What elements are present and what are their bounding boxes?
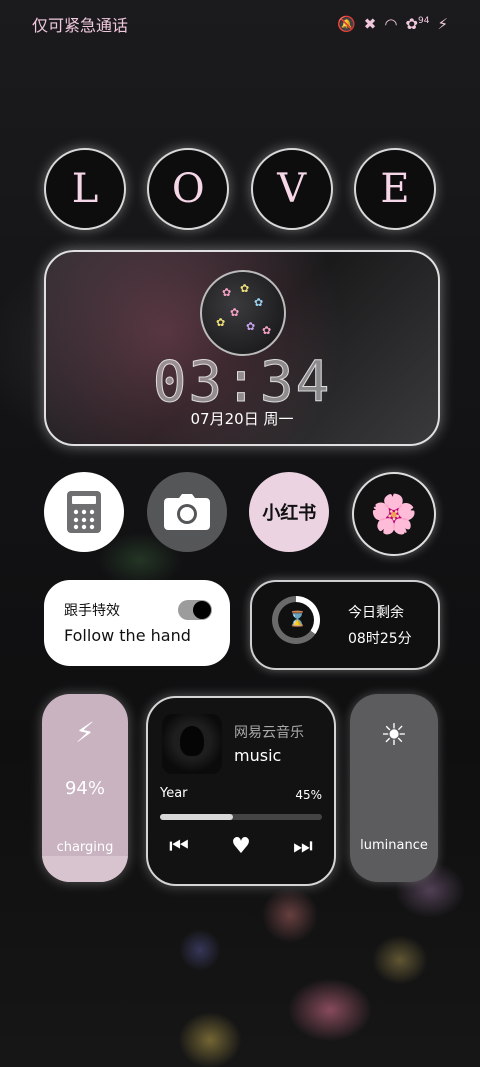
music-controls: ⏮ ♥ ⏭	[148, 834, 334, 859]
album-cover[interactable]	[162, 714, 222, 774]
xiaohongshu-label: 小红书	[262, 503, 317, 524]
clock-date: 07月20日 周一	[190, 410, 294, 428]
letter-l[interactable]: L	[44, 148, 126, 230]
flower-icon: 🌸	[370, 491, 418, 536]
music-track: music	[234, 746, 282, 765]
battery-flower-icon: ✿94	[405, 15, 430, 33]
previous-icon[interactable]: ⏮	[169, 834, 189, 859]
letter-e[interactable]: E	[353, 148, 436, 230]
follow-toggle[interactable]	[178, 600, 212, 620]
music-app-name: 网易云音乐	[234, 725, 304, 741]
music-progress-bar[interactable]	[160, 814, 322, 820]
battery-status: charging	[56, 840, 114, 855]
next-icon[interactable]: ⏭	[293, 834, 313, 859]
bell-off-icon: 🔕	[337, 15, 356, 33]
brightness-label: luminance	[360, 838, 428, 853]
calculator-icon	[67, 491, 101, 533]
battery-fill	[42, 855, 128, 882]
music-progress-fill	[160, 814, 233, 820]
remaining-value: 08时25分	[348, 631, 412, 647]
camera-icon	[163, 494, 210, 530]
heart-icon[interactable]: ♥	[231, 834, 251, 859]
sim-x-icon: ✖	[363, 15, 377, 33]
hourglass-icon: ⌛	[288, 610, 307, 628]
brightness-widget[interactable]: ☀ luminance	[350, 694, 438, 882]
love-widget: L O V E	[44, 148, 436, 230]
status-bar: 仅可紧急通话 🔕 ✖ ◠ ✿94 ⚡	[32, 12, 448, 36]
music-widget[interactable]: 网易云音乐 music Year 45% ⏮ ♥ ⏭	[146, 696, 336, 886]
flower-app[interactable]: 🌸	[351, 472, 436, 556]
brightness-icon: ☀	[380, 718, 408, 753]
wifi-icon: ◠	[384, 15, 398, 33]
app-row: 小红书 🌸	[44, 472, 436, 556]
follow-title: 跟手特效	[64, 603, 120, 619]
today-remaining-widget[interactable]: ⌛ 今日剩余 08时25分	[250, 580, 440, 670]
battery-badge: 94	[418, 16, 430, 26]
charging-bolt-icon: ⚡	[437, 15, 448, 33]
status-icons: 🔕 ✖ ◠ ✿94 ⚡	[337, 15, 448, 33]
calculator-app[interactable]	[44, 472, 124, 552]
follow-subtitle: Follow the hand	[64, 626, 191, 645]
battery-percent: 94%	[64, 778, 105, 799]
flower-orb-icon: ✿ ✿ ✿ ✿ ✿ ✿ ✿	[200, 270, 286, 356]
music-label: Year	[160, 786, 188, 801]
camera-app[interactable]	[146, 472, 227, 552]
music-percent: 45%	[295, 788, 322, 802]
letter-v[interactable]: V	[250, 148, 333, 230]
carrier-text: 仅可紧急通话	[32, 16, 129, 35]
battery-widget[interactable]: ⚡ 94% charging	[42, 694, 128, 882]
clock-time: 03:34	[152, 350, 332, 416]
lightning-icon: ⚡	[75, 716, 95, 749]
remaining-title: 今日剩余	[348, 605, 404, 621]
letter-o[interactable]: O	[147, 148, 230, 230]
follow-hand-widget[interactable]: 跟手特效 Follow the hand	[44, 580, 230, 666]
xiaohongshu-app[interactable]: 小红书	[249, 472, 330, 552]
clock-widget[interactable]: ✿ ✿ ✿ ✿ ✿ ✿ ✿ 03:34 07月20日 周一	[44, 250, 440, 446]
